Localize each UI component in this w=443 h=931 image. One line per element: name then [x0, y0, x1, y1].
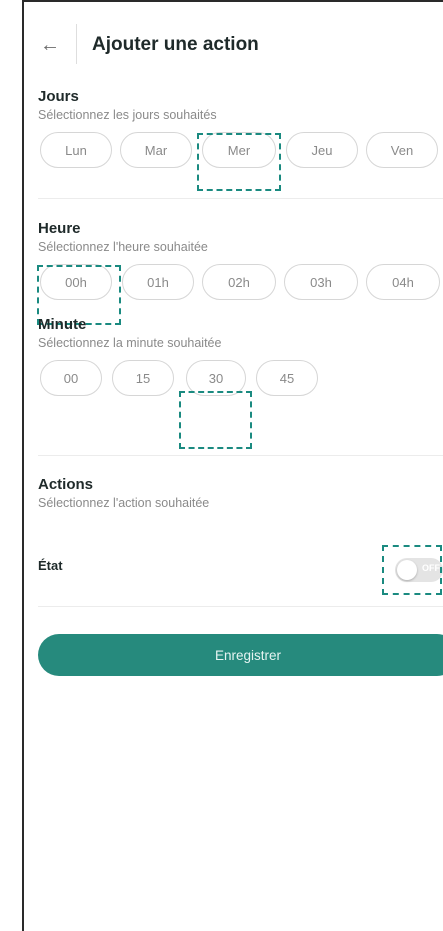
etat-label: État [38, 558, 63, 573]
divider [38, 606, 443, 607]
hour-chip-01h[interactable]: 01h [122, 264, 194, 300]
arrow-left-icon[interactable]: ← [40, 34, 60, 57]
actions-title: Actions [38, 476, 94, 493]
hour-chip-03h[interactable]: 03h [284, 264, 358, 300]
minute-section: Minute Sélectionnez la minute souhaitée … [38, 316, 443, 400]
day-chip-mar[interactable]: Mar [120, 132, 192, 168]
days-title: Jours [38, 88, 79, 105]
divider [38, 455, 443, 456]
page-title: Ajouter une action [92, 34, 259, 55]
minute-chip-45[interactable]: 45 [256, 360, 318, 396]
selection-outline-mer [197, 133, 281, 191]
selection-outline-30 [179, 391, 252, 449]
selection-outline-toggle [382, 545, 442, 595]
hour-title: Heure [38, 220, 81, 237]
hour-chip-04h[interactable]: 04h [366, 264, 440, 300]
divider [38, 198, 443, 199]
hour-chip-02h[interactable]: 02h [202, 264, 276, 300]
screen: ← Ajouter une action Jours Sélectionnez … [22, 0, 443, 931]
minute-chip-15[interactable]: 15 [112, 360, 174, 396]
app-header: ← Ajouter une action [24, 2, 443, 92]
day-chip-jeu[interactable]: Jeu [286, 132, 358, 168]
save-button[interactable]: Enregistrer [38, 634, 443, 676]
minute-subtitle: Sélectionnez la minute souhaitée [38, 336, 222, 350]
minute-chip-00[interactable]: 00 [40, 360, 102, 396]
actions-section: Actions Sélectionnez l'action souhaitée [38, 476, 443, 510]
hour-subtitle: Sélectionnez l'heure souhaitée [38, 240, 208, 254]
minute-title: Minute [38, 316, 87, 333]
day-chip-lun[interactable]: Lun [40, 132, 112, 168]
day-chip-ven[interactable]: Ven [366, 132, 438, 168]
header-divider [76, 24, 77, 64]
days-subtitle: Sélectionnez les jours souhaités [38, 108, 217, 122]
actions-subtitle: Sélectionnez l'action souhaitée [38, 496, 210, 510]
